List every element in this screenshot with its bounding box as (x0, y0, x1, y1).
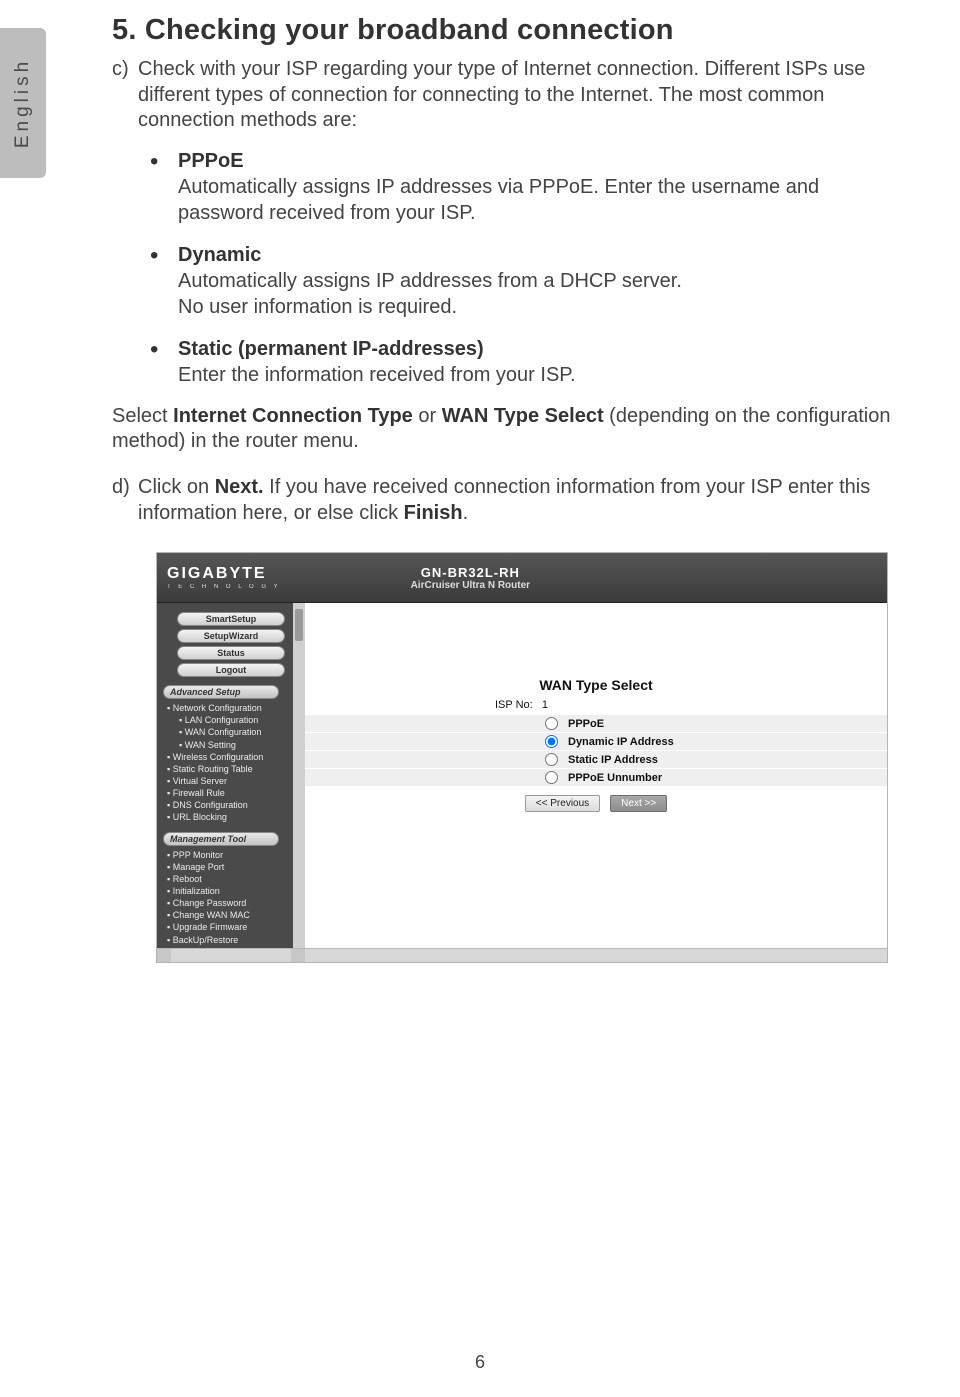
sidebar-item-wan-setting[interactable]: WAN Setting (161, 739, 301, 751)
paragraph-c: c) Check with your ISP regarding your ty… (112, 57, 902, 134)
method-pppoe: PPPoE Automatically assigns IP addresses… (150, 148, 902, 226)
previous-button[interactable]: << Previous (525, 795, 600, 812)
bold-finish: Finish (404, 502, 463, 524)
horizontal-scrollbar[interactable] (157, 948, 887, 962)
next-button[interactable]: Next >> (610, 795, 667, 812)
sidebar-item-change-password[interactable]: Change Password (161, 897, 301, 909)
connection-methods-list: PPPoE Automatically assigns IP addresses… (150, 148, 902, 388)
isp-label: ISP No: (495, 699, 533, 711)
wan-option-pppoe[interactable]: PPPoE (305, 715, 887, 733)
sidebar-item-backup-restore[interactable]: BackUp/Restore (161, 934, 301, 946)
sidebar-header-mgmt: Management Tool (163, 832, 279, 846)
bold-next: Next. (215, 476, 264, 498)
wan-option-pppoe-unnumber[interactable]: PPPoE Unnumber (305, 769, 887, 787)
sidebar-item-firewall-rule[interactable]: Firewall Rule (161, 787, 301, 799)
sidebar-item-upgrade-firmware[interactable]: Upgrade Firmware (161, 921, 301, 933)
model-subtitle: AirCruiser Ultra N Router (411, 580, 530, 591)
sidebar-item-ppp-monitor[interactable]: PPP Monitor (161, 849, 301, 861)
list-marker-c: c) (112, 57, 138, 134)
sidebar-item-lan-config[interactable]: LAN Configuration (161, 714, 301, 726)
brand-logo-text: GIGABYTE (167, 565, 281, 583)
radio-pppoe[interactable] (545, 717, 558, 730)
sidebar-btn-smartsetup[interactable]: SmartSetup (177, 612, 285, 626)
paragraph-d: d) Click on Next. If you have received c… (112, 475, 902, 526)
wan-option-dynamic[interactable]: Dynamic IP Address (305, 733, 887, 751)
panel-title: WAN Type Select (305, 677, 887, 693)
method-desc: Automatically assigns IP addresses via P… (178, 174, 902, 226)
sidebar-item-wan-config[interactable]: WAN Configuration (161, 726, 301, 738)
brand-subtext: T E C H N O L O G Y (167, 584, 281, 590)
router-main-panel: WAN Type Select ISP No: 1 PPPoE Dynamic … (305, 603, 887, 948)
sidebar-item-reboot[interactable]: Reboot (161, 873, 301, 885)
method-dynamic: Dynamic Automatically assigns IP address… (150, 242, 902, 320)
sidebar-item-dns-config[interactable]: DNS Configuration (161, 799, 301, 811)
router-topbar: GIGABYTE T E C H N O L O G Y GN-BR32L-RH… (157, 553, 887, 603)
model-number: GN-BR32L-RH (411, 565, 530, 580)
radio-static[interactable] (545, 753, 558, 766)
wan-option-label: PPPoE (568, 718, 604, 730)
router-admin-screenshot: GIGABYTE T E C H N O L O G Y GN-BR32L-RH… (156, 552, 888, 963)
paragraph-d-text: Click on Next. If you have received conn… (138, 475, 902, 526)
sidebar-item-change-wan-mac[interactable]: Change WAN MAC (161, 909, 301, 921)
radio-dynamic[interactable] (545, 735, 558, 748)
bold-internet-connection-type: Internet Connection Type (173, 405, 413, 427)
router-sidebar: SmartSetup SetupWizard Status Logout Adv… (157, 603, 305, 948)
sidebar-item-wireless-config[interactable]: Wireless Configuration (161, 751, 301, 763)
isp-value: 1 (542, 699, 548, 711)
sidebar-btn-status[interactable]: Status (177, 646, 285, 660)
sidebar-scrollbar[interactable] (293, 603, 305, 948)
wan-option-static[interactable]: Static IP Address (305, 751, 887, 769)
language-tab-label: English (12, 58, 34, 148)
wan-option-label: PPPoE Unnumber (568, 772, 662, 784)
method-desc: No user information is required. (178, 294, 902, 320)
sidebar-item-manage-port[interactable]: Manage Port (161, 861, 301, 873)
select-instruction: Select Internet Connection Type or WAN T… (112, 404, 902, 455)
method-title: Dynamic (178, 242, 902, 268)
content-column: 5. Checking your broadband connection c)… (112, 14, 902, 963)
wan-option-label: Dynamic IP Address (568, 736, 674, 748)
wan-option-label: Static IP Address (568, 754, 658, 766)
method-desc: Enter the information received from your… (178, 362, 902, 388)
method-title: PPPoE (178, 148, 902, 174)
list-marker-d: d) (112, 475, 138, 526)
sidebar-btn-setupwizard[interactable]: SetupWizard (177, 629, 285, 643)
language-tab: English (0, 28, 46, 178)
method-desc: Automatically assigns IP addresses from … (178, 268, 902, 294)
sidebar-item-network-config[interactable]: Network Configuration (161, 702, 301, 714)
method-static: Static (permanent IP-addresses) Enter th… (150, 336, 902, 388)
isp-line: ISP No: 1 (495, 699, 887, 711)
paragraph-c-text: Check with your ISP regarding your type … (138, 57, 902, 134)
bold-wan-type-select: WAN Type Select (442, 405, 604, 427)
sidebar-header-advanced: Advanced Setup (163, 685, 279, 699)
sidebar-item-url-blocking[interactable]: URL Blocking (161, 811, 301, 823)
sidebar-item-initialization[interactable]: Initialization (161, 885, 301, 897)
radio-pppoe-unnumber[interactable] (545, 771, 558, 784)
page-number: 6 (0, 1352, 960, 1373)
sidebar-btn-logout[interactable]: Logout (177, 663, 285, 677)
wizard-button-row: << Previous Next >> (305, 795, 887, 812)
section-title: 5. Checking your broadband connection (112, 14, 902, 47)
method-title: Static (permanent IP-addresses) (178, 336, 902, 362)
sidebar-item-static-routing[interactable]: Static Routing Table (161, 763, 301, 775)
sidebar-item-virtual-server[interactable]: Virtual Server (161, 775, 301, 787)
